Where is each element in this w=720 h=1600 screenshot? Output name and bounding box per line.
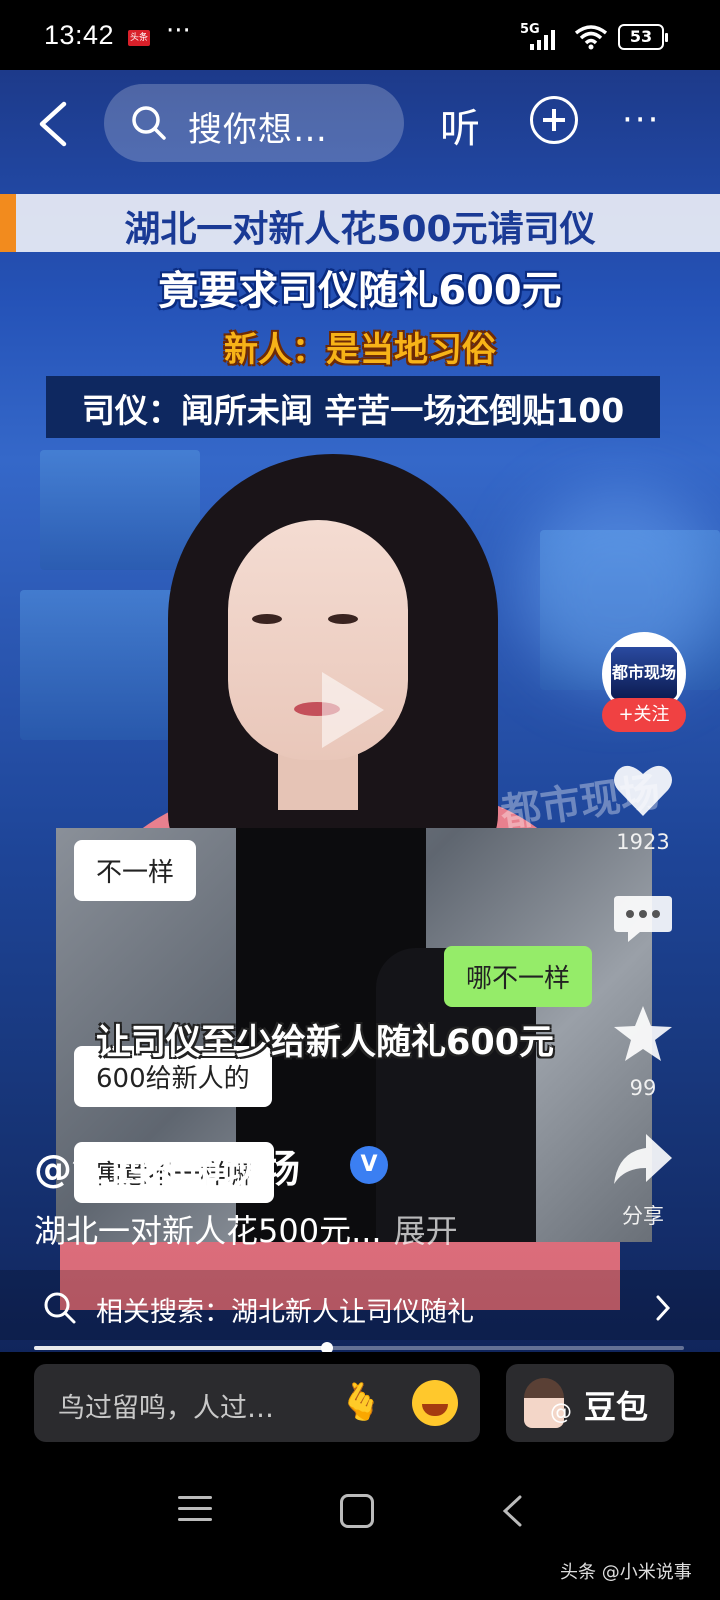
toutiao-app-icon: 头条	[128, 30, 150, 46]
search-icon	[132, 106, 166, 140]
chevron-right-icon	[656, 1295, 671, 1321]
video-caption: 让司仪至少给新人随礼600元	[96, 1023, 555, 1063]
like-count: 1923	[616, 830, 670, 854]
listen-button[interactable]: 听	[440, 96, 480, 154]
progress-fill	[34, 1346, 327, 1350]
plus-icon[interactable]	[530, 96, 578, 144]
signal-icon	[530, 30, 555, 50]
share-icon[interactable]	[610, 1130, 676, 1190]
favorite-star-icon[interactable]	[610, 1004, 676, 1064]
finger-heart-emoji-icon[interactable]: 🫰	[336, 1378, 386, 1428]
search-icon	[44, 1292, 76, 1324]
video-progress-bar[interactable]	[34, 1342, 684, 1354]
chat-bubble-reply: 哪不一样	[444, 946, 593, 1007]
headline-2: 竟要求司仪随礼600元	[158, 268, 562, 314]
author-name[interactable]: @江西都市现场	[34, 1138, 300, 1193]
description-text: 湖北一对新人花500元...	[34, 1212, 382, 1250]
status-time: 13:42	[44, 20, 115, 50]
more-icon[interactable]: ···	[622, 100, 660, 140]
laughing-emoji-icon[interactable]	[412, 1380, 458, 1426]
post-description[interactable]: 湖北一对新人花500元... 展开	[34, 1206, 458, 1252]
doubao-button[interactable]: @ 豆包	[506, 1364, 674, 1442]
back-icon[interactable]	[34, 100, 74, 148]
verified-badge-icon: V	[350, 1146, 388, 1184]
related-search-bar[interactable]: 相关搜索：湖北新人让司仪随礼	[0, 1270, 720, 1340]
headline-3: 新人：是当地习俗	[224, 330, 496, 370]
studio-screen	[40, 450, 200, 570]
anchor-eye	[252, 614, 282, 624]
recent-apps-icon[interactable]	[178, 1496, 212, 1524]
status-more-dots: ···	[166, 16, 191, 46]
related-search-text: 相关搜索：湖北新人让司仪随礼	[96, 1297, 474, 1328]
system-navigation-bar: 头条 @小米说事	[0, 1462, 720, 1600]
comment-input[interactable]: 鸟过留鸣，人过… 🫰	[34, 1364, 480, 1442]
comment-bar: 鸟过留鸣，人过… 🫰 @ 豆包	[0, 1352, 720, 1462]
comment-placeholder: 鸟过留鸣，人过…	[58, 1393, 274, 1424]
expand-link[interactable]: 展开	[394, 1212, 458, 1250]
system-back-icon[interactable]	[500, 1494, 524, 1528]
play-icon[interactable]	[322, 672, 384, 748]
doubao-label: 豆包	[584, 1388, 649, 1426]
comment-icon[interactable]	[610, 890, 676, 950]
wifi-icon	[574, 25, 608, 50]
favorite-count: 99	[629, 1076, 657, 1100]
doubao-at-icon: @	[550, 1400, 572, 1425]
home-icon[interactable]	[340, 1494, 374, 1528]
avatar-logo: 都市现场	[611, 647, 677, 699]
search-placeholder: 搜你想…	[188, 110, 328, 150]
source-credit: 头条 @小米说事	[560, 1562, 692, 1583]
battery-indicator: 53	[618, 24, 668, 50]
headline-4: 司仪：闻所未闻 辛苦一场还倒贴100	[81, 391, 625, 430]
status-bar: 13:42 头条 ··· 5G 53	[0, 0, 720, 70]
share-label: 分享	[622, 1204, 664, 1228]
anchor-eye	[328, 614, 358, 624]
follow-button[interactable]: +关注	[602, 698, 686, 732]
like-heart-icon[interactable]	[610, 760, 676, 820]
chat-bubble: 不一样	[74, 840, 197, 901]
headline-1: 湖北一对新人花500元请司仪	[124, 209, 596, 250]
search-bar[interactable]: 搜你想…	[104, 84, 404, 162]
